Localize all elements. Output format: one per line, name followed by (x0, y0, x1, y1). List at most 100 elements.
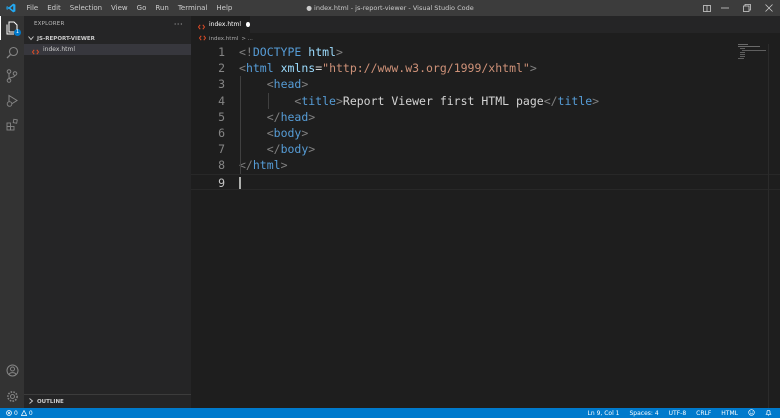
code-token: head (280, 109, 309, 124)
code-line[interactable]: 2 <html xmlns="http://www.w3.org/1999/xht… (191, 60, 780, 76)
code-token: head (273, 77, 302, 92)
source-control-icon[interactable] (0, 64, 24, 88)
file-item-index-html[interactable]: index.html (24, 44, 191, 55)
warning-count: 0 (28, 409, 33, 417)
menu-selection[interactable]: Selection (65, 0, 106, 16)
line-source: <!DOCTYPE html> (239, 44, 343, 60)
code-token: > (301, 77, 309, 92)
notifications-bell-icon[interactable] (765, 409, 772, 418)
html-file-icon (198, 34, 207, 43)
code-token: body (280, 142, 309, 157)
search-icon[interactable] (0, 40, 24, 64)
close-icon[interactable] (758, 0, 780, 16)
activity-bar: 1 (0, 16, 24, 408)
tab-index-html[interactable]: index.html (191, 16, 250, 33)
code-token: </ (543, 93, 558, 108)
explorer-header: EXPLORER ··· (24, 16, 191, 32)
minimize-icon[interactable] (714, 0, 736, 16)
code-token: Report Viewer first HTML page (342, 93, 544, 108)
code-line[interactable]: 4 <title>Report Viewer first HTML page</… (191, 93, 780, 109)
text-cursor (239, 176, 241, 189)
code-token: < (266, 125, 274, 140)
feedback-icon[interactable] (748, 408, 755, 418)
code-token: > (592, 93, 600, 108)
outline-section[interactable]: OUTLINE (24, 394, 191, 408)
indent-guide (240, 76, 241, 174)
code-line[interactable]: 8 </html> (191, 157, 780, 173)
line-source: <title>Report Viewer first HTML page</ti… (239, 93, 599, 109)
menu-run[interactable]: Run (151, 0, 173, 16)
line-ending[interactable]: CRLF (696, 410, 711, 417)
line-number: 5 (218, 109, 225, 124)
account-icon[interactable] (0, 358, 24, 382)
more-actions-button[interactable]: ··· (174, 20, 183, 29)
outline-title: OUTLINE (37, 398, 64, 405)
settings-gear-icon[interactable] (0, 384, 24, 408)
code-token: > (529, 61, 537, 76)
code-token: xmlns (280, 61, 316, 76)
code-token: </ (239, 158, 253, 173)
menu-view[interactable]: View (107, 0, 133, 16)
minimap[interactable] (736, 44, 766, 74)
code-line[interactable]: 9 (191, 173, 780, 190)
run-debug-icon[interactable] (0, 88, 24, 112)
line-number: 3 (218, 77, 225, 92)
code-token: > (335, 93, 343, 108)
line-number: 4 (218, 93, 225, 108)
vertical-scrollbar[interactable] (768, 44, 780, 408)
line-number: 9 (218, 175, 225, 190)
code-token: > (280, 158, 288, 173)
code-token: <! (239, 45, 253, 59)
menu-help[interactable]: Help (212, 0, 237, 16)
code-editor[interactable]: 1 <!DOCTYPE html> 2 <html xmlns="http://www… (191, 44, 780, 190)
cursor-position[interactable]: Ln 9, Col 1 (588, 410, 620, 417)
folder-row[interactable]: JS-REPORT-VIEWER (24, 34, 191, 44)
code-token: html (308, 45, 336, 59)
code-line[interactable]: 7 </body> (191, 141, 780, 157)
language-mode[interactable]: HTML (721, 410, 738, 417)
code-line[interactable]: 6 <body> (191, 125, 780, 141)
layout-toggle-icon[interactable] (700, 0, 714, 16)
title-bar: File Edit Selection View Go Run Terminal… (0, 0, 780, 16)
indent-guide (267, 92, 269, 109)
breadcrumb-file[interactable]: index.html (209, 36, 238, 42)
menu-file[interactable]: File (22, 0, 43, 16)
breadcrumb-more[interactable]: > ... (241, 36, 253, 42)
explorer-title: EXPLORER (34, 21, 65, 27)
error-icon (6, 410, 12, 416)
code-line[interactable]: 5 </head> (191, 109, 780, 125)
explorer-icon[interactable]: 1 (0, 16, 24, 40)
code-token: < (266, 77, 274, 92)
code-token: title (557, 93, 593, 108)
code-token: DOCTYPE (252, 45, 302, 59)
restore-icon[interactable] (736, 0, 758, 16)
extensions-icon[interactable] (0, 112, 24, 136)
indentation[interactable]: Spaces: 4 (629, 410, 658, 417)
code-token: > (308, 142, 316, 157)
line-source: <head> (239, 76, 309, 92)
problems-indicator[interactable]: 0 0 (0, 410, 33, 417)
menu-terminal[interactable]: Terminal (173, 0, 212, 16)
menu-go[interactable]: Go (132, 0, 151, 16)
code-token: </ (266, 142, 281, 157)
code-token: > (308, 109, 316, 124)
line-number: 1 (218, 45, 225, 59)
chevron-right-icon (27, 397, 34, 406)
window-controls (700, 0, 780, 16)
encoding[interactable]: UTF-8 (669, 410, 687, 417)
unsaved-dot-icon[interactable] (246, 22, 250, 27)
code-line[interactable]: 3 <head> (191, 76, 780, 92)
html-file-icon (197, 15, 206, 34)
explorer-sidebar: EXPLORER ··· JS-REPORT-VIEWER index.html… (24, 16, 191, 408)
code-token: > (301, 125, 309, 140)
file-name: index.html (43, 46, 75, 53)
code-token: html (252, 158, 281, 173)
menu-edit[interactable]: Edit (43, 0, 66, 16)
code-token: > (335, 45, 343, 59)
code-line[interactable]: 1 <!DOCTYPE html> (191, 44, 780, 60)
